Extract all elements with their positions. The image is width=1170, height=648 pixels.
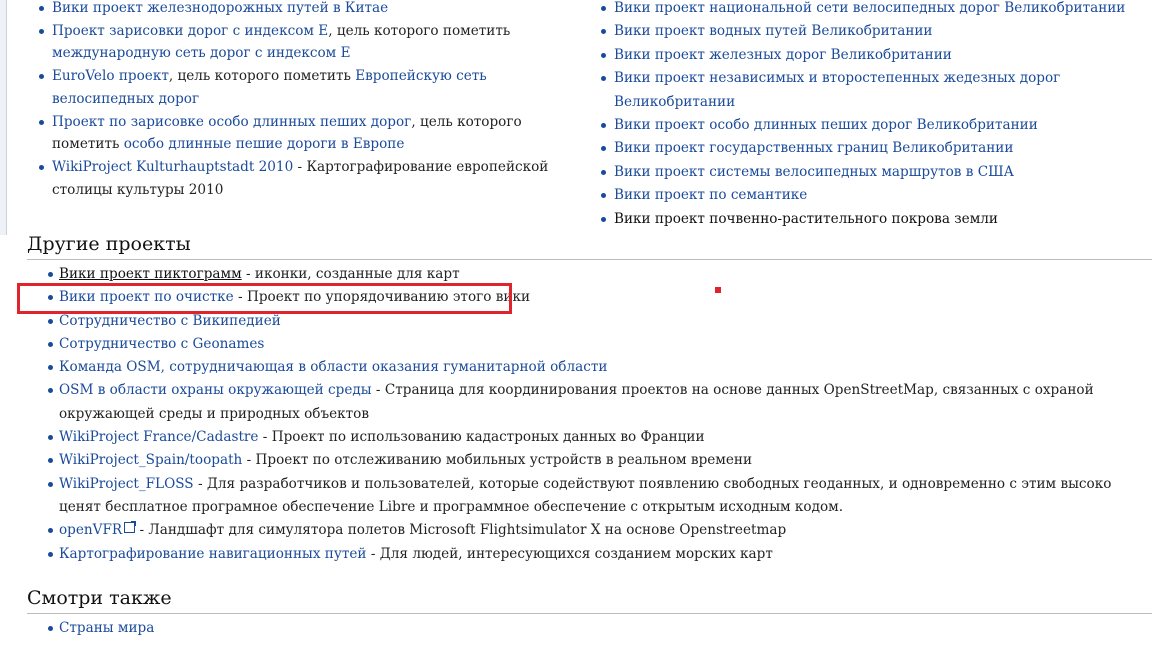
item-text: - Для разработчиков и пользователей, кот… xyxy=(59,475,1112,515)
list-item: Вики проект почвенно-растительного покро… xyxy=(600,208,1160,231)
link-uk-borders[interactable]: Вики проект государственных границ Велик… xyxy=(614,140,1013,156)
link-pictograms[interactable]: Вики проект пиктограмм xyxy=(59,266,242,282)
list-item: Вики проект национальной сети велосипедн… xyxy=(600,0,1160,20)
link-uk-minor-railways[interactable]: Вики проект независимых и второстепенных… xyxy=(614,70,1060,109)
list-item: Проект зарисовки дорог с индексом E, цел… xyxy=(38,20,578,65)
list-item: EuroVelo проект, цель которого пометить … xyxy=(38,65,578,110)
link-e-roads-network[interactable]: международную сеть дорог с индексом E xyxy=(52,45,351,61)
section-heading: Смотри также xyxy=(27,587,1152,614)
item-text: - Ландшафт для симулятора полетов Micros… xyxy=(135,522,787,539)
list-item: Вики проект независимых и второстепенных… xyxy=(600,67,1160,114)
link-nautical-charts[interactable]: Картографирование навигационных путей xyxy=(59,546,367,562)
link-geonames-collab[interactable]: Сотрудничество с Geonames xyxy=(59,336,264,352)
landcover-text: Вики проект почвенно-растительного покро… xyxy=(614,210,998,227)
item-text: - Проект по отслеживанию мобильных устро… xyxy=(242,452,753,469)
link-long-trails-europe[interactable]: особо длинные пешие дороги в Европе xyxy=(124,136,405,152)
list-item: Проект по зарисовке особо длинных пеших … xyxy=(38,111,578,156)
link-countries[interactable]: Страны мира xyxy=(59,620,154,636)
list-item: Вики проект государственных границ Велик… xyxy=(600,137,1160,160)
list-item: Вики проект водных путей Великобритании xyxy=(600,20,1160,43)
external-link-icon xyxy=(124,521,137,534)
list-item: WikiProject_FLOSS - Для разработчиков и … xyxy=(47,473,1152,520)
link-openvfr[interactable]: openVFR xyxy=(59,522,122,538)
list-item: WikiProject Kulturhauptstadt 2010 - Карт… xyxy=(38,156,578,201)
link-uk-long-trails[interactable]: Вики проект особо длинных пеших дорог Ве… xyxy=(614,117,1038,133)
link-semantics[interactable]: Вики проект по семантике xyxy=(614,187,807,203)
link-uk-cycle-network[interactable]: Вики проект национальной сети велосипедн… xyxy=(614,0,1125,16)
top-right-column: Вики проект национальной сети велосипедн… xyxy=(600,0,1160,231)
list-item: Вики проект железных дорог Великобритани… xyxy=(600,44,1160,67)
list-item: Вики проект особо длинных пеших дорог Ве… xyxy=(600,114,1160,137)
item-text: - Для людей, интересующихся созданием мо… xyxy=(366,545,773,562)
list-item: WikiProject_Spain/toopath - Проект по от… xyxy=(47,449,1152,472)
link-france-cadastre[interactable]: WikiProject France/Cadastre xyxy=(59,429,258,445)
link-environment[interactable]: OSM в области охраны окружающей среды xyxy=(59,382,372,398)
list-item: Страны мира xyxy=(47,617,1152,640)
link-humanitarian-team[interactable]: Команда OSM, сотрудничающая в области ок… xyxy=(59,359,607,375)
item-text: , цель которого пометить xyxy=(168,68,356,85)
link-china-railways[interactable]: Вики проект железнодорожных путей в Кита… xyxy=(52,0,388,16)
red-marker xyxy=(715,287,721,293)
highlight-box xyxy=(17,283,512,314)
item-text: - иконки, созданные для карт xyxy=(241,266,460,282)
list-item: Вики проект системы велосипедных маршрут… xyxy=(600,161,1160,184)
list-item: WikiProject France/Cadastre - Проект по … xyxy=(47,426,1152,449)
list-item: openVFR - Ландшафт для симулятора полето… xyxy=(47,519,1152,542)
link-e-roads-project[interactable]: Проект зарисовки дорог с индексом E xyxy=(52,23,328,39)
list-item: Вики проект железнодорожных путей в Кита… xyxy=(38,0,578,20)
link-long-trails-project[interactable]: Проект по зарисовке особо длинных пеших … xyxy=(52,114,411,130)
item-text: , цель которого пометить xyxy=(328,22,511,39)
link-eurovelo-project[interactable]: EuroVelo проект xyxy=(52,68,169,84)
link-kulturhauptstadt[interactable]: WikiProject Kulturhauptstadt 2010 xyxy=(52,159,293,175)
link-us-bicycle-routes[interactable]: Вики проект системы велосипедных маршрут… xyxy=(614,164,1014,180)
content-frame-edge xyxy=(0,0,7,235)
list-item: Вики проект по семантике xyxy=(600,184,1160,207)
section-heading: Другие проекты xyxy=(27,233,1152,260)
link-wikipedia-collab[interactable]: Сотрудничество с Википедией xyxy=(59,313,281,329)
top-left-column: Вики проект железнодорожных путей в Кита… xyxy=(38,0,578,201)
list-item: Сотрудничество с Geonames xyxy=(47,333,1152,356)
item-text: - Проект по использованию кадастроных да… xyxy=(258,429,705,446)
list-item: Картографирование навигационных путей - … xyxy=(47,543,1152,566)
list-item: Команда OSM, сотрудничающая в области ок… xyxy=(47,356,1152,379)
link-uk-railways[interactable]: Вики проект железных дорог Великобритани… xyxy=(614,47,952,63)
link-spain-toopath[interactable]: WikiProject_Spain/toopath xyxy=(59,452,242,468)
list-item: OSM в области охраны окружающей среды - … xyxy=(47,379,1152,426)
link-uk-waterways[interactable]: Вики проект водных путей Великобритании xyxy=(614,23,933,39)
section-see-also: Смотри также Страны мира xyxy=(27,587,1152,640)
link-floss[interactable]: WikiProject_FLOSS xyxy=(59,476,194,492)
